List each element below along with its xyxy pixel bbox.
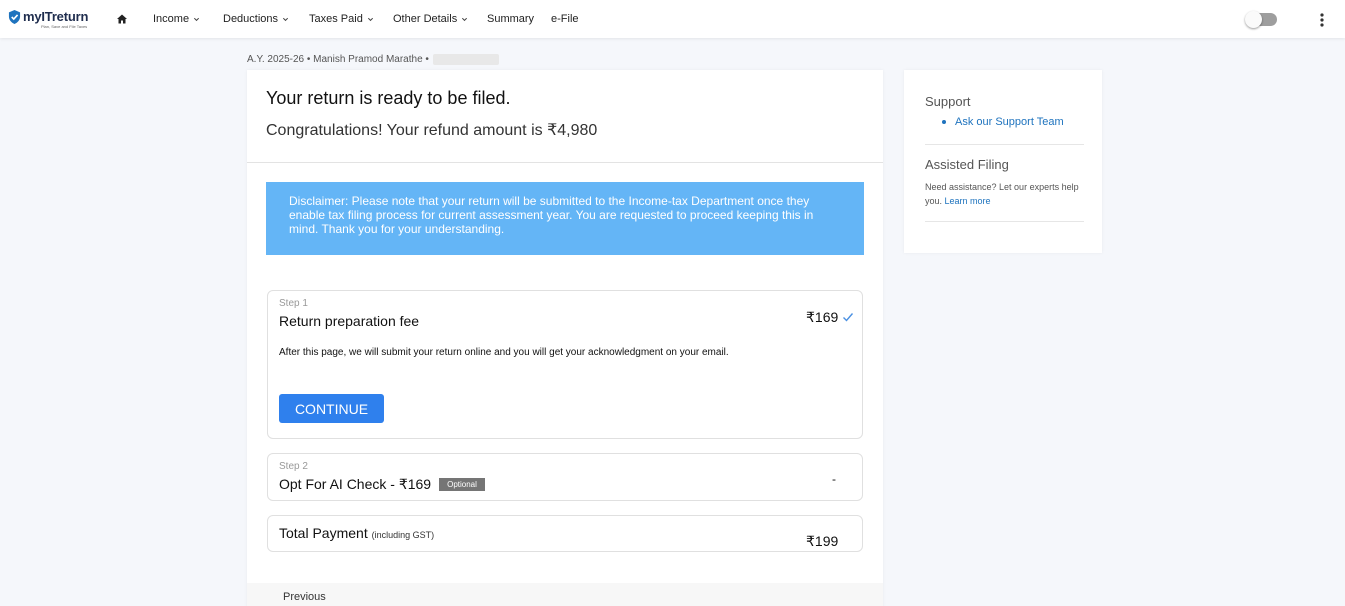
top-navbar: myITreturn Plan, Save and File Taxes Inc… <box>0 0 1345 38</box>
divider <box>925 144 1084 145</box>
step-description: After this page, we will submit your ret… <box>279 347 729 358</box>
toggle-knob <box>1245 11 1262 28</box>
total-note: (including GST) <box>371 530 435 540</box>
step-title: Return preparation fee <box>279 313 420 329</box>
chevron-down-icon <box>367 17 373 21</box>
total-payment-row: Total Payment (including GST) ₹199 <box>267 515 863 552</box>
nav-label: Deductions <box>223 13 279 25</box>
step-amount: ₹169 <box>806 309 839 325</box>
bullet-dot <box>942 120 946 124</box>
chevron-down-icon <box>462 17 468 21</box>
divider <box>925 221 1084 222</box>
brand-name: myITreturn <box>23 9 89 24</box>
nav-item-other-details[interactable]: Other Details <box>393 13 468 25</box>
step-number: Step 1 <box>279 298 308 309</box>
more-vertical-icon[interactable] <box>1316 12 1328 28</box>
nav-label: Summary <box>487 13 535 25</box>
breadcrumb-text: A.Y. 2025-26 • Manish Pramod Marathe • <box>247 54 429 65</box>
step-amount: - <box>832 472 836 486</box>
disclaimer-banner: Disclaimer: Please note that your return… <box>266 182 864 255</box>
theme-toggle[interactable] <box>1245 11 1277 28</box>
nav-label: e-File <box>551 13 579 25</box>
check-icon <box>843 313 854 322</box>
nav-item-efile[interactable]: e-File <box>551 13 579 25</box>
refund-subtitle: Congratulations! Your refund amount is ₹… <box>266 122 598 139</box>
card-footer: Previous <box>247 583 883 606</box>
total-amount: ₹199 <box>806 533 839 549</box>
chevron-down-icon <box>282 17 289 21</box>
brand-logo[interactable]: myITreturn Plan, Save and File Taxes <box>8 9 89 29</box>
redacted-pan <box>432 54 499 65</box>
page-title: Your return is ready to be filed. <box>266 88 511 108</box>
step-return-fee: Step 1 Return preparation fee ₹169 After… <box>267 290 863 439</box>
step-number: Step 2 <box>279 461 308 472</box>
continue-button[interactable]: CONTINUE <box>279 394 384 423</box>
nav-item-income[interactable]: Income <box>153 13 200 25</box>
disclaimer-text: Disclaimer: Please note that your return… <box>289 194 814 236</box>
divider <box>247 162 883 163</box>
chevron-down-icon <box>194 17 200 21</box>
assisted-filing-title: Assisted Filing <box>925 157 1009 172</box>
nav-label: Other Details <box>393 13 458 25</box>
total-label: Total Payment (including GST) <box>279 525 434 541</box>
brand-tagline: Plan, Save and File Taxes <box>41 24 88 29</box>
learn-more-link[interactable]: Learn more <box>945 196 991 206</box>
nav-item-taxes-paid[interactable]: Taxes Paid <box>309 13 374 25</box>
step-title-text: Opt For AI Check - ₹169 <box>279 476 432 492</box>
breadcrumb: A.Y. 2025-26 • Manish Pramod Marathe • <box>247 54 499 65</box>
step-ai-check[interactable]: Step 2 Opt For AI Check - ₹169 Optional … <box>267 453 863 501</box>
filing-card: Your return is ready to be filed. Congra… <box>247 70 883 606</box>
support-title: Support <box>925 94 971 109</box>
optional-badge: Optional <box>439 478 485 491</box>
nav-label: Income <box>153 13 190 25</box>
total-label-text: Total Payment <box>279 525 368 541</box>
support-team-link[interactable]: Ask our Support Team <box>955 116 1064 128</box>
assisted-filing-text: Need assistance? Let our experts help yo… <box>925 180 1085 208</box>
home-icon[interactable] <box>116 13 128 25</box>
shield-check-icon <box>8 10 21 24</box>
support-panel: Support Ask our Support Team Assisted Fi… <box>904 70 1102 253</box>
nav-item-deductions[interactable]: Deductions <box>223 13 289 25</box>
nav-item-summary[interactable]: Summary <box>487 13 534 25</box>
step-title: Opt For AI Check - ₹169 Optional <box>279 476 485 493</box>
previous-button[interactable]: Previous <box>283 591 326 603</box>
nav-label: Taxes Paid <box>309 13 363 25</box>
